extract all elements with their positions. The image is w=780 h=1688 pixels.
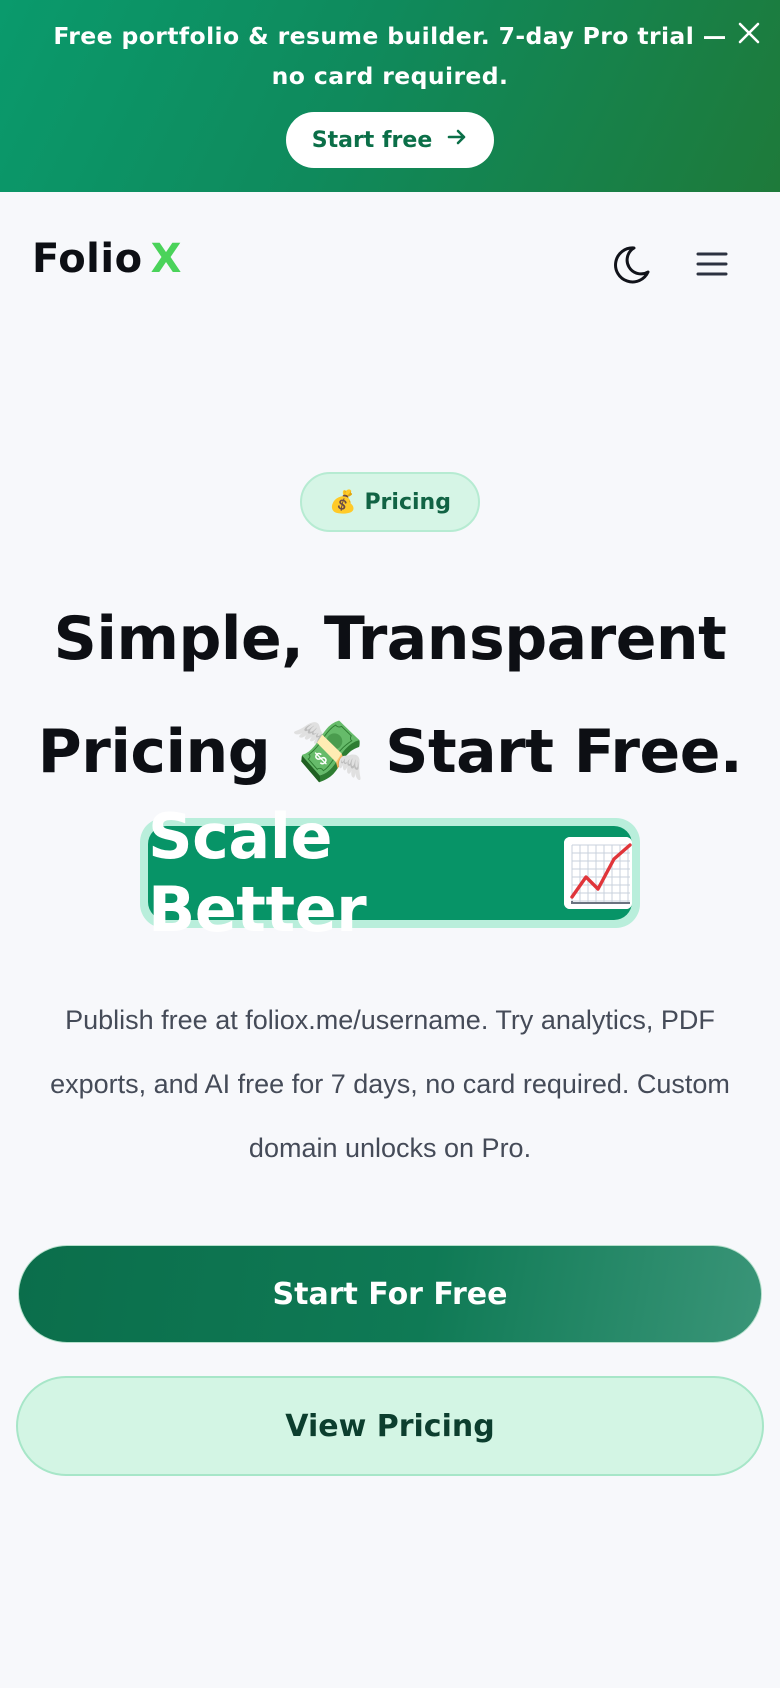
money-bag-icon: 💰 [329, 489, 357, 515]
promo-text-start: Free portfolio & resume builder. [53, 22, 491, 50]
arrow-right-icon [446, 126, 468, 154]
promo-text: Free portfolio & resume builder. 7-day P… [40, 16, 740, 96]
pricing-badge: 💰 Pricing [300, 472, 480, 532]
logo-mark: X [150, 236, 182, 282]
promo-text-bold: 7-day Pro trial [498, 22, 695, 50]
headline-line-2-end: Start Free. [385, 717, 743, 787]
money-with-wings-icon: 💸 [290, 717, 366, 787]
start-free-label: Start free [311, 127, 433, 153]
start-free-button[interactable]: Start free [286, 112, 494, 168]
scale-better-text: Scale Better [148, 800, 367, 946]
headline-line-2: Pricing 💸 Start Free. [0, 716, 780, 787]
moon-icon[interactable] [604, 242, 654, 288]
logo-word: Folio [32, 236, 143, 282]
hero-description: Publish free at foliox.me/username. Try … [50, 1005, 730, 1163]
promo-banner: Free portfolio & resume builder. 7-day P… [0, 0, 780, 192]
logo[interactable]: Folio X [32, 236, 182, 282]
headline-line-1: Simple, Transparent [53, 604, 727, 674]
headline-line-2-start: Pricing [37, 717, 271, 787]
chart-increasing-icon [564, 837, 632, 909]
view-pricing-button[interactable]: View Pricing [16, 1376, 764, 1476]
close-icon[interactable] [734, 18, 764, 48]
hamburger-menu-icon[interactable] [690, 244, 734, 284]
scale-better-highlight: Scale Better [140, 800, 640, 946]
start-for-free-button[interactable]: Start For Free [18, 1245, 762, 1343]
scale-better-inner: Scale Better [148, 800, 632, 946]
pricing-badge-label: Pricing [364, 489, 451, 515]
